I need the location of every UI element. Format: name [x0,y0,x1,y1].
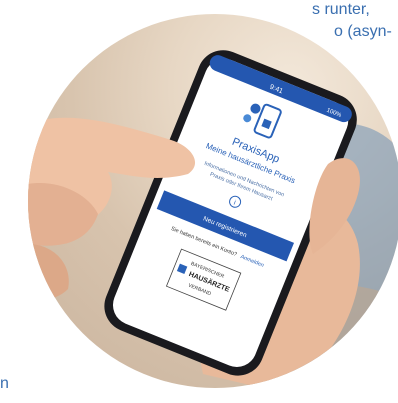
photo-circle: 9:41 100% PraxisApp Meine hausärztliche … [28,14,398,388]
photo-scene: 9:41 100% PraxisApp Meine hausärztliche … [28,50,398,388]
pointing-hand-knuckles [28,244,69,299]
background-text-line-3: n [0,375,9,392]
